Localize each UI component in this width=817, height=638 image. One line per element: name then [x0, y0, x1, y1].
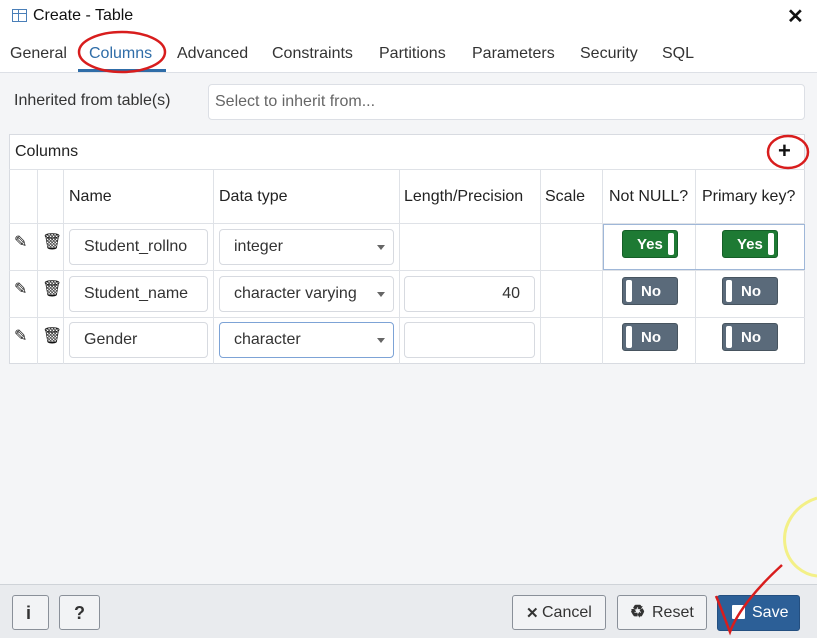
trash-icon[interactable]: 🗑 — [42, 279, 62, 299]
data-type-value: character varying — [234, 285, 357, 302]
primary-key-toggle[interactable]: No — [722, 323, 778, 351]
header-scale: Scale — [545, 188, 586, 205]
toggle-knob — [626, 280, 632, 302]
column-name-input[interactable]: Student_rollno — [69, 229, 208, 265]
tab-bar: General Columns Advanced Constraints Par… — [0, 34, 817, 73]
save-label: Save — [752, 604, 789, 621]
chevron-down-icon — [377, 292, 385, 297]
primary-key-toggle[interactable]: No — [722, 277, 778, 305]
not-null-toggle[interactable]: No — [622, 323, 678, 351]
header-data-type: Data type — [219, 188, 288, 205]
header-length-precision: Length/Precision — [404, 188, 524, 205]
toggle-label: Yes — [737, 236, 763, 253]
add-row-button[interactable]: + — [778, 138, 791, 164]
not-null-toggle[interactable]: Yes — [622, 230, 678, 258]
primary-key-toggle[interactable]: Yes — [722, 230, 778, 258]
chevron-down-icon — [377, 245, 385, 250]
grid-divider — [9, 169, 805, 170]
save-icon — [732, 605, 745, 619]
edit-icon[interactable]: ✎ — [14, 232, 27, 252]
edit-icon[interactable]: ✎ — [14, 279, 27, 299]
help-button[interactable]: ? — [59, 595, 100, 630]
data-type-select[interactable]: integer — [219, 229, 394, 265]
grid-divider — [399, 169, 400, 364]
data-type-value: character — [234, 331, 301, 348]
toggle-knob — [668, 233, 674, 255]
trash-icon[interactable]: 🗑 — [42, 326, 62, 346]
grid-divider — [9, 317, 805, 318]
help-icon: ? — [74, 603, 85, 623]
cancel-button[interactable]: ✕ Cancel — [512, 595, 606, 630]
toggle-label: No — [741, 329, 761, 346]
grid-divider — [63, 169, 64, 364]
close-icon: ✕ — [526, 605, 539, 622]
grid-divider — [9, 270, 805, 271]
edit-icon[interactable]: ✎ — [14, 326, 27, 346]
tab-advanced[interactable]: Advanced — [177, 45, 248, 63]
close-icon[interactable]: ✕ — [787, 4, 804, 29]
length-input[interactable] — [404, 322, 535, 358]
cancel-label: Cancel — [542, 604, 592, 621]
data-type-value: integer — [234, 238, 283, 255]
toggle-label: No — [641, 283, 661, 300]
not-null-toggle[interactable]: No — [622, 277, 678, 305]
data-type-select[interactable]: character varying — [219, 276, 394, 312]
toggle-knob — [626, 326, 632, 348]
grid-divider — [37, 169, 38, 364]
grid-divider — [540, 169, 541, 364]
tab-columns[interactable]: Columns — [89, 45, 152, 63]
header-not-null: Not NULL? — [609, 188, 689, 205]
reset-button[interactable]: ♻ Reset — [617, 595, 707, 630]
active-tab-indicator — [78, 69, 166, 72]
tab-general[interactable]: General — [10, 45, 67, 63]
header-primary-key: Primary key? — [702, 188, 796, 205]
reset-label: Reset — [652, 604, 694, 621]
dialog-title: Create - Table — [33, 7, 134, 24]
column-name-input[interactable]: Student_name — [69, 276, 208, 312]
tab-constraints[interactable]: Constraints — [272, 45, 353, 63]
inherit-select[interactable]: Select to inherit from... — [208, 84, 805, 120]
toggle-knob — [726, 280, 732, 302]
recycle-icon: ♻ — [630, 602, 646, 621]
toggle-label: No — [741, 283, 761, 300]
grid-title: Columns — [15, 143, 79, 160]
header-name: Name — [69, 188, 112, 205]
cursor-highlight-ring — [783, 496, 817, 578]
toggle-knob — [726, 326, 732, 348]
table-icon — [12, 9, 27, 22]
tab-partitions[interactable]: Partitions — [379, 45, 446, 63]
toggle-label: No — [641, 329, 661, 346]
tab-sql[interactable]: SQL — [662, 45, 694, 63]
tab-parameters[interactable]: Parameters — [472, 45, 555, 63]
trash-icon[interactable]: 🗑 — [42, 232, 62, 252]
info-icon: i — [26, 603, 32, 623]
toggle-knob — [768, 233, 774, 255]
toggle-label: Yes — [637, 236, 663, 253]
inherit-label: Inherited from table(s) — [14, 92, 171, 109]
tab-security[interactable]: Security — [580, 45, 638, 63]
info-button[interactable]: i — [12, 595, 49, 630]
column-name-input[interactable]: Gender — [69, 322, 208, 358]
chevron-down-icon — [377, 338, 385, 343]
save-button[interactable]: Save — [717, 595, 800, 631]
grid-divider — [213, 169, 214, 364]
data-type-select[interactable]: character — [219, 322, 394, 358]
title-bar: Create - Table ✕ — [0, 0, 817, 34]
length-input[interactable]: 40 — [404, 276, 535, 312]
